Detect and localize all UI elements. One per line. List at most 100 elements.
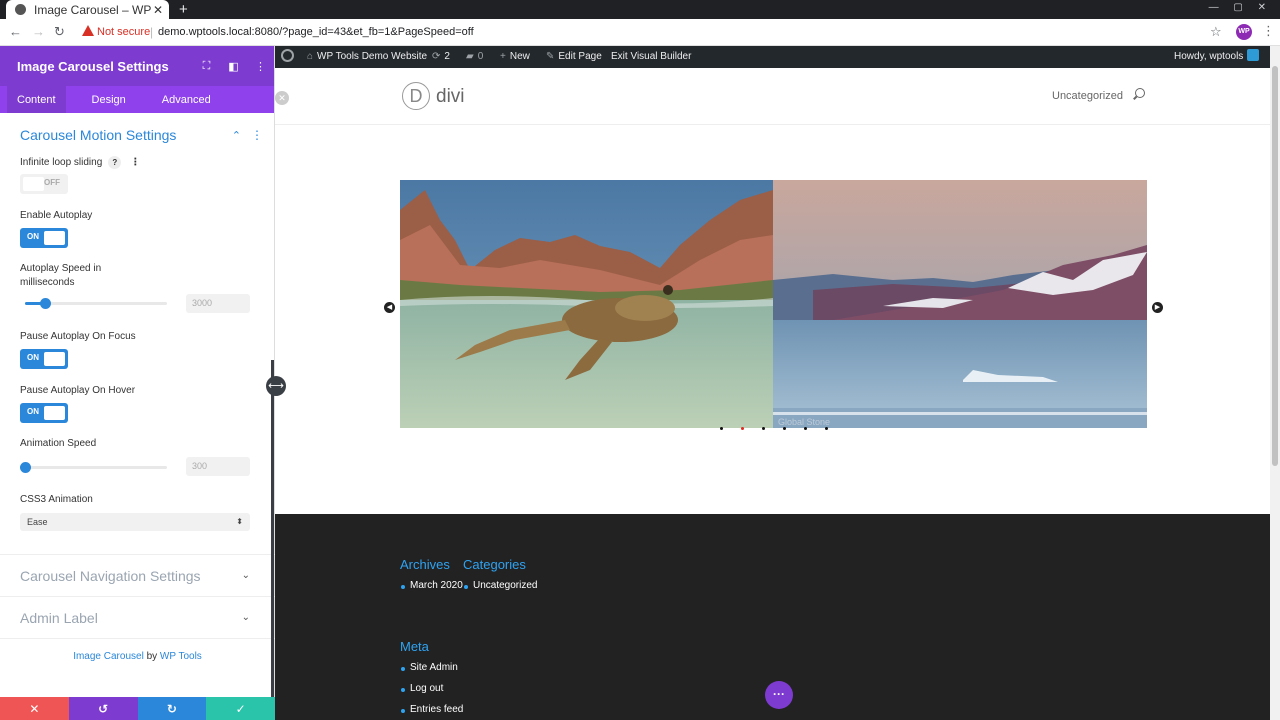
- autoplay-speed-input[interactable]: 3000: [186, 294, 250, 313]
- resize-handle-icon[interactable]: ⟷: [266, 376, 286, 396]
- site-logo-text[interactable]: divi: [436, 86, 465, 108]
- more-options-icon[interactable]: ⋮: [247, 60, 274, 73]
- bookmark-star-icon[interactable]: ☆: [1210, 24, 1222, 40]
- toggle-state: ON: [27, 353, 39, 362]
- search-icon[interactable]: [1135, 88, 1145, 98]
- autoplay-speed-slider[interactable]: [25, 298, 167, 309]
- help-icon[interactable]: ?: [108, 156, 122, 169]
- field-options-icon[interactable]: ⋮: [130, 156, 140, 170]
- panel-title: Image Carousel Settings: [17, 58, 169, 74]
- archives-heading: Archives: [400, 557, 450, 572]
- forward-icon[interactable]: →: [32, 24, 45, 39]
- carousel-pagination: [720, 427, 846, 430]
- group-options-icon[interactable]: ⋮: [251, 128, 263, 142]
- meta-link-entries-feed[interactable]: Entries feed: [400, 704, 463, 715]
- carousel-dot[interactable]: [783, 427, 786, 430]
- comments-link[interactable]: ▰ 0: [466, 46, 483, 68]
- tab-advanced[interactable]: Advanced: [152, 86, 221, 113]
- carousel-dot[interactable]: [762, 427, 765, 430]
- exit-visual-builder-link[interactable]: Exit Visual Builder: [611, 46, 691, 68]
- css3-animation-select[interactable]: Ease ⬍: [20, 513, 250, 531]
- site-name-link[interactable]: ⌂ WP Tools Demo Website: [307, 46, 427, 68]
- carousel-dot-active[interactable]: [741, 427, 744, 430]
- carousel-slide-frog: [400, 180, 773, 428]
- toggle-state: OFF: [44, 178, 60, 187]
- chevron-up-icon[interactable]: ⌃: [232, 129, 241, 142]
- plus-icon: +: [500, 51, 506, 62]
- slider-knob[interactable]: [20, 462, 31, 473]
- browser-menu-icon[interactable]: ⋮: [1262, 23, 1275, 39]
- category-link[interactable]: Uncategorized: [463, 580, 537, 591]
- new-link[interactable]: + New: [500, 46, 530, 68]
- animation-speed-input[interactable]: 300: [186, 457, 250, 476]
- undo-button[interactable]: ↺: [68, 697, 138, 720]
- carousel-dot[interactable]: [720, 427, 723, 430]
- updates-link[interactable]: ⟳ 2: [432, 46, 450, 68]
- pause-focus-toggle[interactable]: ON: [20, 349, 68, 369]
- back-icon[interactable]: ←: [9, 24, 22, 39]
- howdy-account[interactable]: Howdy, wptools: [1174, 46, 1260, 68]
- site-header: D divi Uncategorized: [275, 68, 1270, 125]
- split-view-icon[interactable]: ◧: [220, 60, 247, 73]
- cancel-button[interactable]: ✕: [0, 697, 69, 720]
- vendor-link[interactable]: WP Tools: [160, 651, 202, 662]
- toggle-knob: [44, 231, 65, 245]
- carousel-dot[interactable]: [804, 427, 807, 430]
- group-title: Carousel Navigation Settings: [20, 567, 201, 584]
- meta-link-log-out[interactable]: Log out: [400, 683, 443, 694]
- animation-speed-slider[interactable]: [20, 462, 167, 473]
- wp-logo-icon[interactable]: [281, 46, 294, 68]
- autoplay-speed-label: Autoplay Speed in milliseconds: [20, 263, 102, 288]
- profile-avatar[interactable]: WP: [1236, 24, 1252, 40]
- builder-menu-button[interactable]: ···: [765, 681, 793, 709]
- edit-page-link[interactable]: ✎ Edit Page: [546, 46, 602, 68]
- user-avatar: [1247, 49, 1260, 62]
- url-separator: |: [150, 25, 154, 39]
- site-logo-mark[interactable]: D: [402, 82, 430, 110]
- autoplay-toggle[interactable]: ON: [20, 228, 68, 248]
- page-scrollbar[interactable]: [1270, 46, 1280, 720]
- url-input[interactable]: demo.wptools.local:8080/?page_id=43&et_f…: [158, 26, 474, 38]
- divider: [0, 638, 275, 639]
- toggle-state: ON: [27, 407, 39, 416]
- pause-hover-toggle[interactable]: ON: [20, 403, 68, 423]
- toggle-state: ON: [27, 232, 39, 241]
- wp-admin-bar: ⌂ WP Tools Demo Website ⟳ 2 ▰ 0 + New ✎ Edit …: [275, 46, 1270, 68]
- plugin-link[interactable]: Image Carousel: [73, 651, 144, 662]
- page-scroll-thumb[interactable]: [1272, 66, 1278, 466]
- chevron-down-icon[interactable]: ⌄: [242, 612, 250, 623]
- chevron-down-icon[interactable]: ⌄: [242, 570, 250, 581]
- redo-button[interactable]: ↻: [137, 697, 207, 720]
- archive-link[interactable]: March 2020: [401, 580, 463, 591]
- navigation-settings-group[interactable]: Carousel Navigation Settings ⌄: [0, 554, 275, 596]
- toggle-knob: [44, 352, 65, 366]
- panel-action-bar: ✕ ↺ ↻ ✓: [0, 697, 275, 720]
- comment-icon: ▰: [466, 51, 474, 62]
- meta-link-site-admin[interactable]: Site Admin: [401, 662, 458, 673]
- carousel-dot[interactable]: [825, 427, 828, 430]
- tab-design[interactable]: Design: [82, 86, 136, 113]
- nav-item-uncategorized[interactable]: Uncategorized: [1052, 90, 1123, 102]
- infinite-loop-toggle[interactable]: OFF: [20, 174, 68, 194]
- slider-knob[interactable]: [40, 298, 51, 309]
- close-icon[interactable]: ✕: [275, 91, 289, 105]
- save-button[interactable]: ✓: [206, 697, 275, 720]
- browser-tab[interactable]: Image Carousel – WP To ✕: [6, 0, 169, 19]
- window-controls[interactable]: — ▢ ✕: [1209, 2, 1272, 13]
- motion-settings-group-header[interactable]: Carousel Motion Settings ⌃ ⋮: [20, 127, 263, 143]
- tab-content[interactable]: Content: [7, 86, 66, 113]
- expand-icon[interactable]: ⛶: [193, 60, 220, 73]
- reload-icon[interactable]: ↻: [54, 24, 65, 40]
- panel-scrollbar[interactable]: [271, 360, 274, 697]
- group-title: Carousel Motion Settings: [20, 127, 177, 143]
- admin-label-group[interactable]: Admin Label ⌄: [0, 596, 275, 638]
- security-label[interactable]: Not secure: [97, 26, 150, 38]
- select-caret-icon: ⬍: [236, 517, 243, 526]
- new-tab-button[interactable]: +: [179, 1, 188, 18]
- carousel-prev-button[interactable]: ◀: [384, 302, 395, 313]
- carousel-next-button[interactable]: ▶: [1152, 302, 1163, 313]
- panel-tabs: Content Design Advanced: [0, 86, 274, 113]
- tab-title: Image Carousel – WP To: [34, 2, 151, 17]
- tab-close-icon[interactable]: ✕: [151, 3, 165, 17]
- carousel-slide-glacier: [773, 180, 1147, 428]
